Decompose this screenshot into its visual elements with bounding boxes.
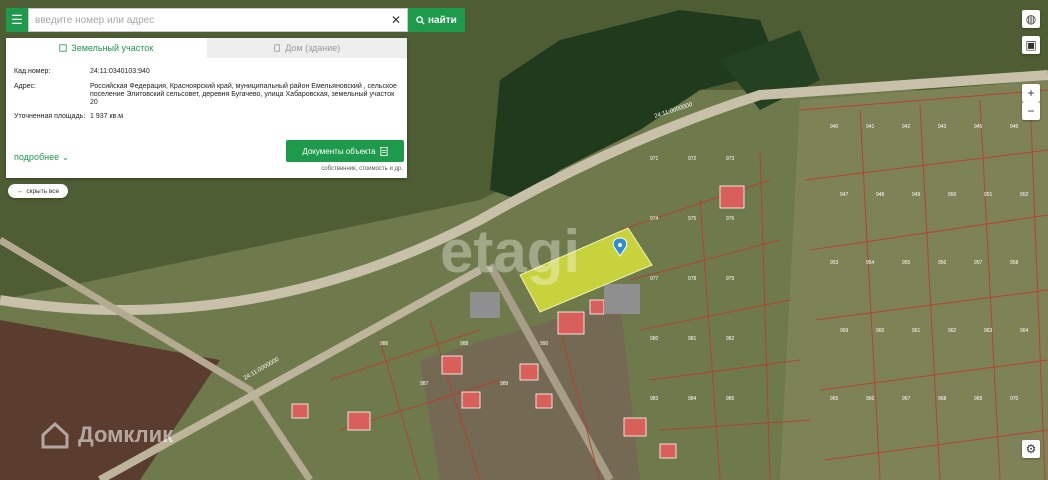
- parcel-number-label: 965: [830, 396, 839, 402]
- menu-button[interactable]: ☰: [6, 8, 28, 32]
- settings-button[interactable]: ⚙: [1022, 440, 1040, 458]
- parcel-number-label: 962: [948, 328, 957, 334]
- parcel-number-label: 978: [688, 276, 697, 282]
- parcel-number-label: 969: [974, 396, 983, 402]
- building-icon: [274, 44, 281, 52]
- search-icon: [416, 15, 425, 25]
- parcel-number-label: 964: [1020, 328, 1029, 334]
- parcel-number-label: 948: [876, 192, 885, 198]
- parcel-number-label: 984: [688, 396, 697, 402]
- parcel-number-label: 989: [500, 381, 509, 387]
- area-row: Уточненная площадь: 1 937 кв.м: [6, 113, 407, 121]
- search-input[interactable]: [29, 10, 385, 30]
- documents-subtitle: собственник, стоимость и др.: [321, 166, 403, 172]
- parcel-number-label: 941: [866, 124, 875, 130]
- cadastral-row: Кад.номер: 24:11:0340103:940: [6, 68, 407, 76]
- parcel-number-label: 949: [912, 192, 921, 198]
- tab-building[interactable]: Дом (здание): [206, 38, 407, 58]
- tab-building-label: Дом (здание): [285, 43, 341, 53]
- field-label: Кад.номер:: [14, 68, 51, 75]
- parcel-number-label: 983: [650, 396, 659, 402]
- parcel-number-label: 960: [876, 328, 885, 334]
- plus-icon: +: [1027, 86, 1035, 100]
- parcel-number-label: 953: [830, 260, 839, 266]
- hide-all-button[interactable]: ← скрыть все: [8, 184, 68, 198]
- parcel-number-label: 956: [938, 260, 947, 266]
- arrow-left-icon: ←: [16, 187, 24, 195]
- parcel-number-label: 971: [650, 156, 659, 162]
- parcel-number-label: 954: [866, 260, 875, 266]
- parcel-number-label: 976: [726, 216, 735, 222]
- zoom-in-button[interactable]: +: [1022, 84, 1040, 102]
- parcel-number-label: 945: [974, 124, 983, 130]
- hide-all-label: скрыть все: [26, 187, 60, 195]
- area-value: 1 937 кв.м: [90, 113, 124, 120]
- clear-icon[interactable]: ✕: [385, 13, 407, 27]
- watermark-brand: Домклик: [78, 422, 174, 447]
- hamburger-icon: ☰: [11, 12, 23, 27]
- tab-land-plot[interactable]: Земельный участок: [6, 38, 207, 58]
- parcel-number-label: 973: [726, 156, 735, 162]
- parcel-icon: [59, 44, 67, 52]
- watermark-etagi: etagi: [440, 218, 580, 285]
- parcel-number-label: 940: [830, 124, 839, 130]
- parcel-number-label: 955: [902, 260, 911, 266]
- field-label: Уточненная площадь:: [14, 113, 86, 120]
- parcel-number-label: 975: [688, 216, 697, 222]
- parcel-number-label: 972: [688, 156, 697, 162]
- house-logo-icon: [41, 421, 69, 449]
- chevron-down-icon: ⌄: [61, 152, 70, 162]
- more-label: подробнее: [14, 152, 60, 162]
- layers-button[interactable]: ◍: [1022, 10, 1040, 28]
- parcel-number-label: 952: [1020, 192, 1029, 198]
- parcel-number-label: 967: [902, 396, 911, 402]
- parcel-number-label: 947: [840, 192, 849, 198]
- parcel-number-label: 943: [938, 124, 947, 130]
- parcel-number-label: 946: [1010, 124, 1019, 130]
- documents-button-label: Документы объекта: [302, 146, 376, 156]
- parcel-number-label: 966: [866, 396, 875, 402]
- parcel-number-label: 959: [840, 328, 849, 334]
- parcel-info-panel: Земельный участок Дом (здание) Кад.номер…: [6, 38, 407, 178]
- search-bar: ☰ ✕ найти: [6, 8, 465, 32]
- parcel-number-label: 942: [902, 124, 911, 130]
- search-button-label: найти: [428, 14, 457, 26]
- gear-icon: ⚙: [1025, 442, 1037, 456]
- parcel-number-label: 963: [984, 328, 993, 334]
- parcel-number-label: 980: [650, 336, 659, 342]
- minus-icon: −: [1027, 104, 1035, 118]
- parcel-number-label: 974: [650, 216, 659, 222]
- fullscreen-icon: ▣: [1025, 38, 1037, 52]
- parcel-number-label: 961: [912, 328, 921, 334]
- parcel-number-label: 958: [1010, 260, 1019, 266]
- tab-land-plot-label: Земельный участок: [71, 43, 154, 53]
- parcel-number-label: 977: [650, 276, 659, 282]
- field-label: Адрес:: [14, 83, 36, 90]
- fullscreen-button[interactable]: ▣: [1022, 36, 1040, 54]
- search-button[interactable]: найти: [408, 8, 465, 32]
- documents-button[interactable]: Документы объекта: [286, 140, 404, 162]
- parcel-number-label: 950: [948, 192, 957, 198]
- cadastral-number: 24:11:0340103:940: [90, 68, 150, 75]
- parcel-number-label: 970: [1010, 396, 1019, 402]
- parcel-number-label: 990: [540, 341, 549, 347]
- more-link[interactable]: подробнее ⌄: [14, 152, 69, 163]
- address-value: Российская Федерация, Красноярский край,…: [90, 83, 397, 106]
- parcel-number-label: 987: [420, 381, 429, 387]
- parcel-number-label: 986: [380, 341, 389, 347]
- parcel-number-label: 957: [974, 260, 983, 266]
- zoom-out-button[interactable]: −: [1022, 102, 1040, 120]
- parcel-number-label: 968: [938, 396, 947, 402]
- address-row: Адрес: Российская Федерация, Красноярски…: [6, 83, 407, 107]
- domclick-watermark: Домклик: [40, 420, 173, 450]
- parcel-number-label: 982: [726, 336, 735, 342]
- parcel-number-label: 981: [688, 336, 697, 342]
- parcel-number-label: 979: [726, 276, 735, 282]
- search-field: ✕: [28, 8, 408, 32]
- document-icon: [380, 146, 388, 156]
- globe-icon: ◍: [1025, 12, 1037, 26]
- parcel-number-label: 985: [726, 396, 735, 402]
- parcel-number-label: 951: [984, 192, 993, 198]
- parcel-number-label: 988: [460, 341, 469, 347]
